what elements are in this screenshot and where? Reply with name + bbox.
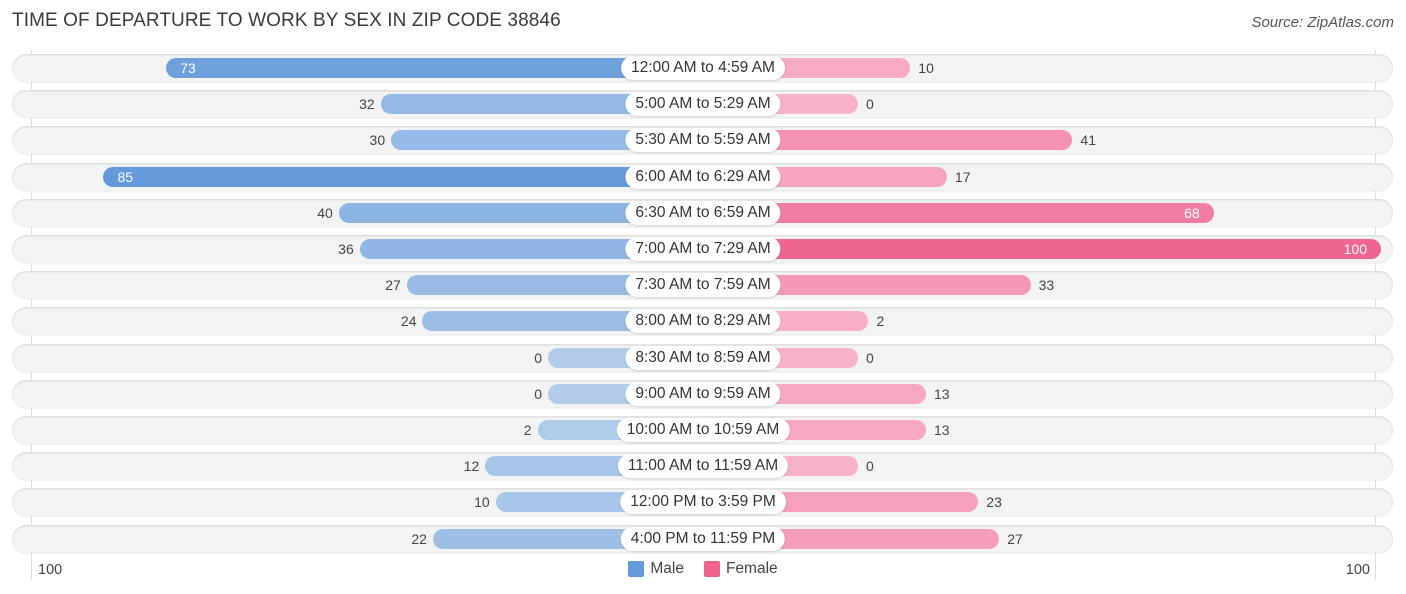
female-value-label: 41 — [1080, 132, 1096, 149]
category-label: 12:00 AM to 4:59 AM — [621, 56, 785, 80]
female-value-label: 68 — [1184, 204, 1200, 221]
male-value-label: 36 — [338, 241, 354, 257]
male-value-label: 2 — [523, 422, 532, 438]
male-value-label: 40 — [317, 204, 333, 221]
category-label: 6:30 AM to 6:59 AM — [625, 200, 781, 225]
legend-label-female: Female — [725, 560, 778, 577]
male-value-label: 12 — [463, 458, 480, 475]
category-label: 7:00 AM to 7:29 AM — [625, 237, 781, 261]
male-value-label: 24 — [400, 313, 417, 330]
male-bar — [103, 166, 703, 187]
male-value-label: 22 — [411, 530, 427, 547]
female-value-label: 10 — [918, 60, 934, 76]
legend: Male Female — [0, 560, 1406, 578]
male-value-label: 32 — [359, 96, 375, 113]
legend-item-female: Female — [703, 560, 778, 578]
category-label: 6:00 AM to 6:29 AM — [625, 164, 781, 189]
male-value-label: 73 — [180, 60, 196, 76]
female-value-label: 100 — [1343, 241, 1367, 257]
female-value-label: 27 — [1007, 530, 1023, 547]
source-label: Source: ZipAtlas.com — [1251, 14, 1394, 31]
legend-swatch-male — [628, 561, 645, 577]
category-label: 7:30 AM to 7:59 AM — [625, 273, 781, 298]
male-value-label: 30 — [369, 132, 386, 149]
female-value-label: 17 — [954, 168, 971, 185]
female-value-label: 2 — [876, 313, 885, 330]
category-label: 8:30 AM to 8:59 AM — [625, 345, 781, 370]
female-value-label: 13 — [933, 422, 950, 438]
male-value-label: 0 — [534, 349, 542, 366]
female-value-label: 0 — [866, 96, 874, 113]
category-label: 4:00 PM to 11:59 PM — [620, 526, 786, 551]
female-value-label: 23 — [986, 494, 1002, 511]
legend-swatch-female — [703, 561, 720, 577]
category-label: 12:00 PM to 3:59 PM — [620, 490, 786, 515]
category-label: 5:30 AM to 5:59 AM — [625, 128, 781, 153]
male-value-label: 0 — [534, 385, 542, 402]
chart-title: TIME OF DEPARTURE TO WORK BY SEX IN ZIP … — [12, 10, 561, 31]
female-value-label: 13 — [933, 385, 950, 402]
category-label: 11:00 AM to 11:59 AM — [617, 454, 789, 479]
female-value-label: 0 — [866, 349, 874, 366]
female-value-label: 33 — [1038, 277, 1055, 294]
category-label: 5:00 AM to 5:29 AM — [625, 92, 781, 117]
female-value-label: 0 — [866, 458, 874, 475]
category-label: 9:00 AM to 9:59 AM — [625, 381, 781, 406]
male-value-label: 27 — [385, 277, 401, 294]
legend-label-male: Male — [650, 560, 684, 577]
male-value-label: 10 — [474, 494, 490, 511]
category-label: 10:00 AM to 10:59 AM — [616, 418, 790, 442]
category-label: 8:00 AM to 8:29 AM — [625, 309, 781, 334]
legend-item-male: Male — [628, 560, 684, 578]
female-bar — [703, 239, 1381, 259]
male-value-label: 85 — [117, 168, 134, 185]
